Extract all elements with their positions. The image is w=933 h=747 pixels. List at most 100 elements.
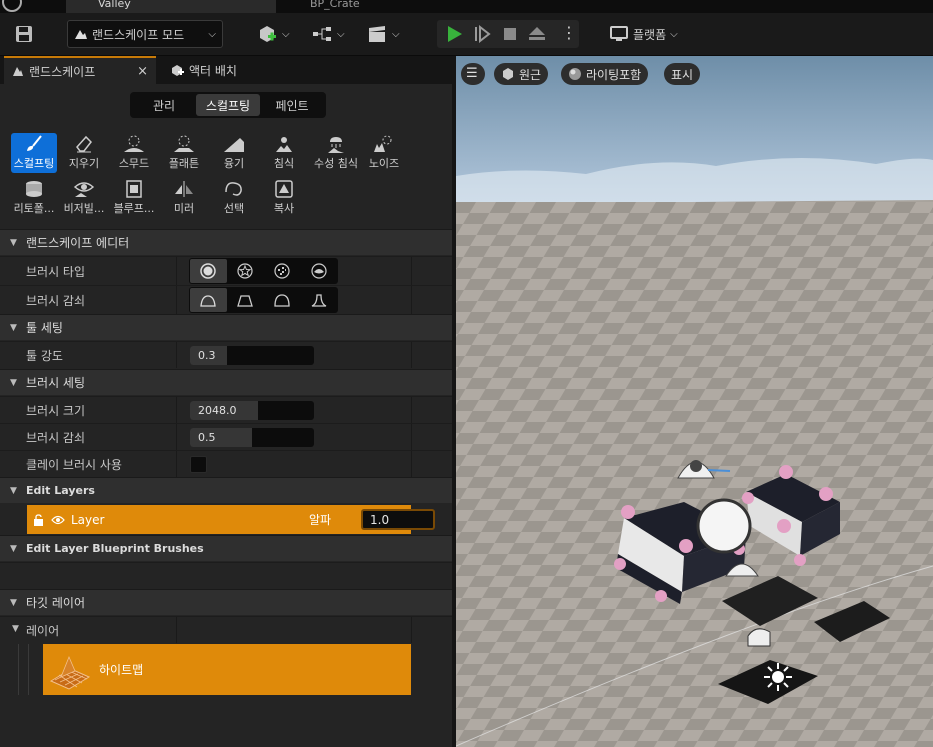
spherical-falloff-icon — [274, 294, 290, 307]
close-icon[interactable]: × — [137, 64, 148, 79]
tool-mirror[interactable]: 미러 — [161, 178, 207, 218]
tool-retopologize-label: 리토폴... — [13, 202, 55, 215]
layer-row[interactable]: Layer 알파 1.0 — [27, 505, 435, 534]
section-target-layers[interactable]: ▼ 타깃 레이어 — [0, 589, 452, 615]
viewport-options-button[interactable]: ☰ — [461, 63, 485, 85]
tool-select-label: 선택 — [223, 202, 245, 215]
chevron-down-icon: ⌵ — [392, 28, 400, 40]
tool-blueprint[interactable]: 블루프... — [111, 178, 157, 218]
blueprint-menu-button[interactable]: ⌵ — [305, 19, 351, 49]
tool-strength-row: 툴 강도 0.3 — [0, 341, 452, 368]
level-tab[interactable]: Valley — [66, 0, 276, 13]
tool-blueprint-label: 블루프... — [113, 202, 155, 215]
falloff-smooth-option[interactable] — [190, 288, 227, 312]
target-layers-subheader[interactable]: ▼ 레이어 — [0, 616, 452, 643]
brush-falloff-field[interactable]: 0.5 — [190, 428, 314, 447]
section-landscape-editor[interactable]: ▼ 랜드스케이프 에디터 — [0, 229, 452, 255]
brush-circle-option[interactable] — [190, 259, 227, 283]
heightmap-layer-row[interactable]: 하이트맵 — [43, 644, 411, 695]
layer-alpha-value: 1.0 — [370, 512, 390, 527]
flatten-icon — [174, 135, 194, 152]
chevron-down-icon: ⌵ — [282, 28, 290, 40]
tool-noise[interactable]: 노이즈 — [361, 133, 407, 173]
star-brush-icon — [237, 263, 253, 279]
brush-type-selector — [189, 258, 338, 284]
section-brush-settings[interactable]: ▼ 브러시 세팅 — [0, 369, 452, 395]
step-forward-icon[interactable] — [473, 25, 491, 43]
section-edit-layers[interactable]: ▼ Edit Layers — [0, 477, 452, 503]
tool-erase[interactable]: 지우기 — [61, 133, 107, 173]
perspective-button[interactable]: 원근 — [494, 63, 549, 85]
tip-falloff-icon — [311, 294, 326, 307]
lit-sphere-icon — [569, 68, 581, 80]
sculpt-brush-icon — [27, 135, 42, 151]
lit-mode-button[interactable]: 라이팅포함 — [561, 63, 649, 85]
level-tab-label: Valley — [98, 0, 131, 10]
tool-mirror-label: 미러 — [173, 202, 195, 215]
add-actor-button[interactable]: ⌵ — [250, 19, 296, 49]
layer-alpha-field[interactable]: 1.0 — [361, 509, 435, 530]
falloff-spherical-option[interactable] — [264, 288, 301, 312]
falloff-linear-option[interactable] — [227, 288, 264, 312]
tool-flatten[interactable]: 플래튼 — [161, 133, 207, 173]
brush-size-field[interactable]: 2048.0 — [190, 401, 314, 420]
falloff-tip-option[interactable] — [300, 288, 337, 312]
play-icon[interactable] — [445, 25, 463, 43]
ramp-icon — [224, 138, 244, 152]
level-viewport[interactable]: ☰ 원근 라이팅포함 표시 — [456, 56, 933, 747]
tab-landscape[interactable]: 랜드스케이프 × — [4, 56, 156, 84]
linear-falloff-icon — [237, 295, 253, 307]
mode-dropdown[interactable]: 랜드스케이프 모드 ⌵ — [67, 20, 223, 48]
tool-ramp-label: 융기 — [223, 157, 245, 170]
paint-mode-button[interactable]: 페인트 — [260, 94, 324, 116]
section-tool-settings[interactable]: ▼ 툴 세팅 — [0, 314, 452, 340]
tool-flatten-label: 플래튼 — [168, 157, 200, 170]
save-button[interactable] — [8, 19, 40, 49]
section-edit-layer-bp-brushes[interactable]: ▼ Edit Layer Blueprint Brushes — [0, 535, 452, 561]
caret-down-icon: ▼ — [12, 624, 19, 634]
clay-brush-checkbox[interactable] — [190, 456, 207, 473]
platforms-dropdown[interactable]: 플랫폼 ⌵ — [603, 19, 684, 49]
tool-select[interactable]: 선택 — [211, 178, 257, 218]
landscape-mode-icon — [75, 30, 87, 39]
tool-copy[interactable]: 복사 — [261, 178, 307, 218]
caret-down-icon: ▼ — [10, 543, 17, 554]
sculpt-mode-button[interactable]: 스컬프팅 — [196, 94, 260, 116]
more-options-icon[interactable]: ⋮ — [561, 23, 577, 43]
brush-type-label: 브러시 타입 — [26, 264, 86, 279]
tool-erosion[interactable]: 침식 — [261, 133, 307, 173]
eject-icon[interactable] — [528, 25, 546, 43]
tool-smooth[interactable]: 스무드 — [111, 133, 157, 173]
unlock-icon[interactable] — [33, 513, 45, 526]
brush-pattern-option[interactable] — [264, 259, 301, 283]
layer-name[interactable]: Layer — [71, 513, 104, 527]
title-bar: Valley BP_Crate — [0, 0, 933, 13]
editor-logo — [2, 0, 22, 12]
tool-erosion-label: 침식 — [273, 157, 295, 170]
tool-noise-label: 노이즈 — [368, 157, 400, 170]
stop-icon[interactable] — [502, 26, 518, 42]
brush-alpha-option[interactable] — [227, 259, 264, 283]
heightmap-thumbnail-icon — [49, 655, 91, 690]
blueprint-tab-label: BP_Crate — [310, 0, 360, 10]
tool-retopologize[interactable]: 리토폴... — [11, 178, 57, 218]
eraser-icon — [76, 135, 92, 153]
target-layers-label: 레이어 — [26, 623, 60, 638]
mirror-icon — [175, 181, 193, 197]
tool-sculpt[interactable]: 스컬프팅 — [11, 133, 57, 173]
tool-hydro-erosion[interactable]: 수성 침식 — [311, 133, 361, 173]
cinematics-button[interactable]: ⌵ — [360, 19, 406, 49]
clay-brush-label: 클레이 브러시 사용 — [26, 457, 122, 472]
mode-switch: 관리 스컬프팅 페인트 — [130, 92, 326, 118]
eye-icon[interactable] — [51, 515, 65, 525]
show-button[interactable]: 표시 — [664, 63, 701, 85]
tool-strength-field[interactable]: 0.3 — [190, 346, 314, 365]
manage-mode-button[interactable]: 관리 — [132, 94, 196, 116]
brush-component-option[interactable] — [300, 259, 337, 283]
blueprint-tab[interactable]: BP_Crate — [290, 0, 410, 13]
play-controls: ⋮ — [437, 20, 579, 48]
tool-visibility[interactable]: 비저빌... — [61, 178, 107, 218]
tool-ramp[interactable]: 융기 — [211, 133, 257, 173]
hydro-erosion-icon — [328, 137, 344, 153]
tab-place-actors[interactable]: 액터 배치 — [162, 56, 245, 84]
